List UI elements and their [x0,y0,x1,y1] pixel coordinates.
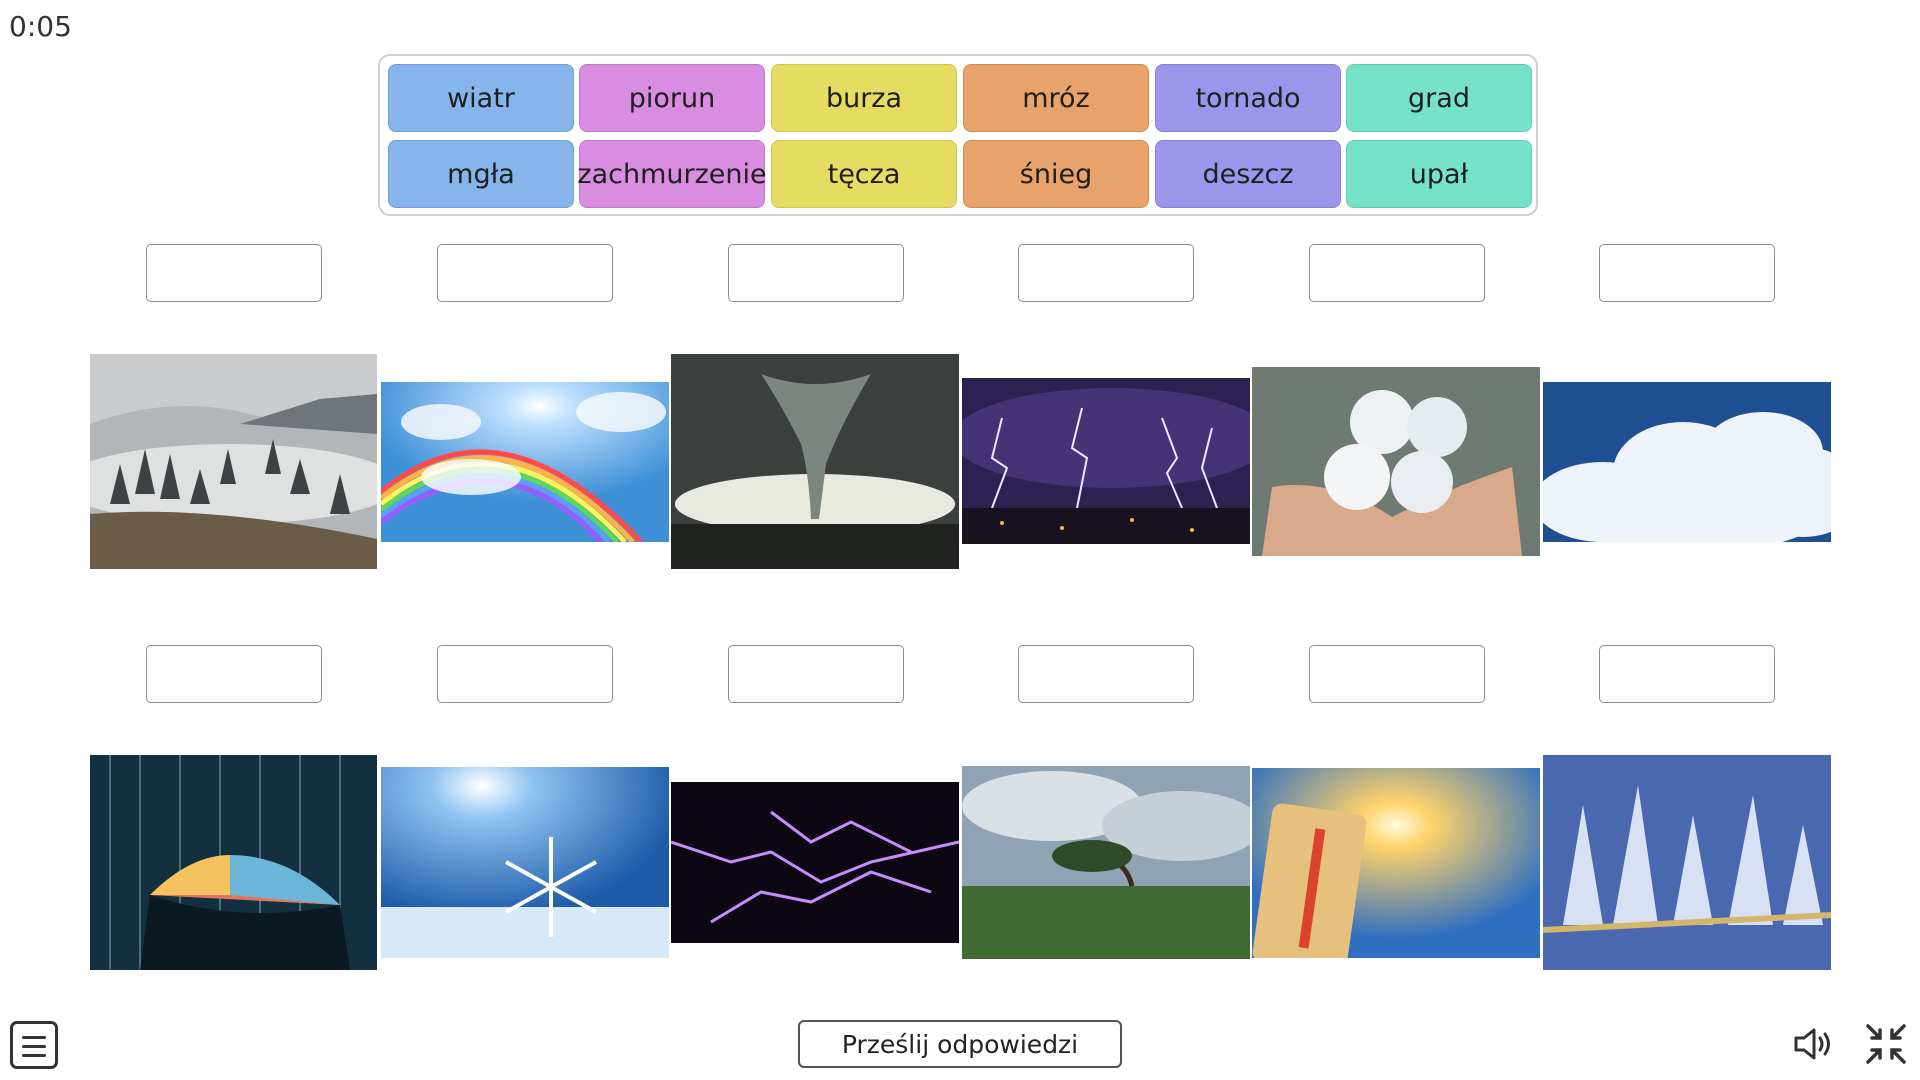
word-tile-tecza[interactable]: tęcza [771,140,957,208]
photo-purple-lightning [671,782,959,943]
photo-rainbow [381,382,669,542]
drop-slot[interactable] [437,645,613,703]
exit-fullscreen-icon [1866,1024,1906,1064]
word-tile-snieg[interactable]: śnieg [963,140,1149,208]
photo-rain-umbrella [90,755,377,970]
word-tile-mgla[interactable]: mgła [388,140,574,208]
photo-wind-bent-tree [962,766,1250,959]
submit-answers-button[interactable]: Prześlij odpowiedzi [798,1020,1122,1068]
drop-slot[interactable] [146,645,322,703]
word-tile-upal[interactable]: upał [1346,140,1532,208]
drop-slot[interactable] [1309,645,1485,703]
drop-slot[interactable] [1309,244,1485,302]
drop-slot[interactable] [728,244,904,302]
sound-button[interactable] [1790,1020,1838,1068]
photo-thermometer-sun [1252,768,1540,958]
word-tile-tornado[interactable]: tornado [1155,64,1341,132]
photo-frost-crystals [1543,755,1831,970]
photo-tornado [671,354,959,569]
photo-lightning-storm-city [962,378,1250,544]
word-tile-wiatr[interactable]: wiatr [388,64,574,132]
drop-slot[interactable] [1018,645,1194,703]
word-tile-grad[interactable]: grad [1346,64,1532,132]
fullscreen-button[interactable] [1862,1020,1910,1068]
drop-slot[interactable] [1018,244,1194,302]
menu-button[interactable] [10,1021,58,1069]
timer: 0:05 [9,10,72,43]
speaker-icon [1794,1028,1830,1060]
drop-slot[interactable] [728,645,904,703]
word-tile-burza[interactable]: burza [771,64,957,132]
word-tile-mroz[interactable]: mróz [963,64,1149,132]
word-bank: wiatr piorun burza mróz tornado grad mgł… [378,54,1538,216]
word-tile-zachmurzenie[interactable]: zachmurzenie [577,140,767,208]
drop-slot[interactable] [437,244,613,302]
photo-foggy-forest [90,354,377,569]
photo-snowflake [381,767,669,958]
drop-slot[interactable] [1599,645,1775,703]
drop-slot[interactable] [1599,244,1775,302]
drop-slot[interactable] [146,244,322,302]
menu-icon [22,1036,46,1039]
word-tile-deszcz[interactable]: deszcz [1155,140,1341,208]
photo-cumulus-clouds [1543,382,1831,542]
word-tile-piorun[interactable]: piorun [579,64,765,132]
photo-hailstones-in-hands [1252,367,1540,556]
